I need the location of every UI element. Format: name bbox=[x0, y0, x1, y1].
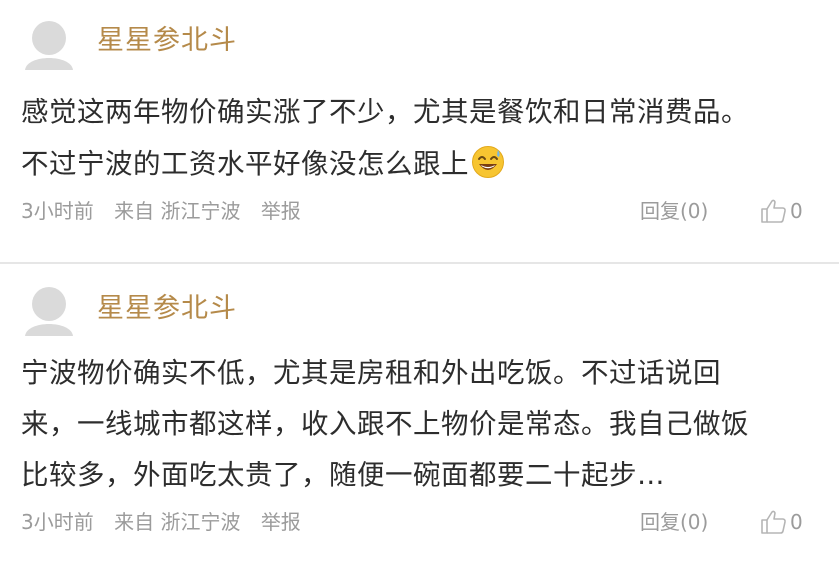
comment-text-line-with-emoji: 不过宁波的工资水平好像没怎么跟上 bbox=[21, 138, 821, 190]
thumbs-up-icon bbox=[761, 510, 786, 534]
like-button[interactable]: 0 bbox=[760, 196, 803, 226]
comment-text: 感觉这两年物价确实涨了不少，尤其是餐饮和日常消费品。 不过宁波的工资水平好像没怎… bbox=[21, 86, 821, 190]
reply-button[interactable]: 回复(0) bbox=[640, 196, 708, 226]
comment-text-line: 宁波物价确实不低，尤其是房租和外出吃饭。不过话说回 bbox=[21, 357, 721, 389]
comment-location: 来自 浙江宁波 bbox=[114, 199, 241, 223]
comment-meta: 3小时前 来自 浙江宁波 举报 bbox=[21, 507, 315, 537]
comment-location: 来自 浙江宁波 bbox=[114, 510, 241, 534]
report-link[interactable]: 举报 bbox=[261, 510, 301, 534]
comment-text-line: 不过宁波的工资水平好像没怎么跟上 bbox=[21, 148, 469, 180]
report-link[interactable]: 举报 bbox=[261, 199, 301, 223]
avatar[interactable] bbox=[23, 18, 75, 70]
comment-meta: 3小时前 来自 浙江宁波 举报 bbox=[21, 196, 315, 226]
comment-item: 星星参北斗 感觉这两年物价确实涨了不少，尤其是餐饮和日常消费品。 不过宁波的工资… bbox=[0, 0, 839, 262]
like-count: 0 bbox=[790, 199, 803, 223]
like-button[interactable]: 0 bbox=[760, 507, 803, 537]
comment-text: 宁波物价确实不低，尤其是房租和外出吃饭。不过话说回 来，一线城市都这样，收入跟不… bbox=[21, 348, 821, 501]
reply-button[interactable]: 回复(0) bbox=[640, 507, 708, 537]
username[interactable]: 星星参北斗 bbox=[97, 291, 237, 327]
comment-text-line: 比较多，外面吃太贵了，随便一碗面都要二十起步… bbox=[21, 459, 665, 491]
username[interactable]: 星星参北斗 bbox=[97, 23, 237, 59]
comment-list: 星星参北斗 感觉这两年物价确实涨了不少，尤其是餐饮和日常消费品。 不过宁波的工资… bbox=[0, 0, 839, 566]
like-count: 0 bbox=[790, 510, 803, 534]
thumbs-up-icon bbox=[761, 199, 786, 223]
comment-time: 3小时前 bbox=[21, 199, 94, 223]
avatar[interactable] bbox=[23, 284, 75, 336]
comment-text-line: 感觉这两年物价确实涨了不少，尤其是餐饮和日常消费品。 bbox=[21, 96, 749, 128]
sweat-smile-emoji-icon bbox=[472, 146, 504, 178]
comment-time: 3小时前 bbox=[21, 510, 94, 534]
comment-text-line: 来，一线城市都这样，收入跟不上物价是常态。我自己做饭 bbox=[21, 408, 749, 440]
comment-item: 星星参北斗 宁波物价确实不低，尤其是房租和外出吃饭。不过话说回 来，一线城市都这… bbox=[0, 264, 839, 566]
